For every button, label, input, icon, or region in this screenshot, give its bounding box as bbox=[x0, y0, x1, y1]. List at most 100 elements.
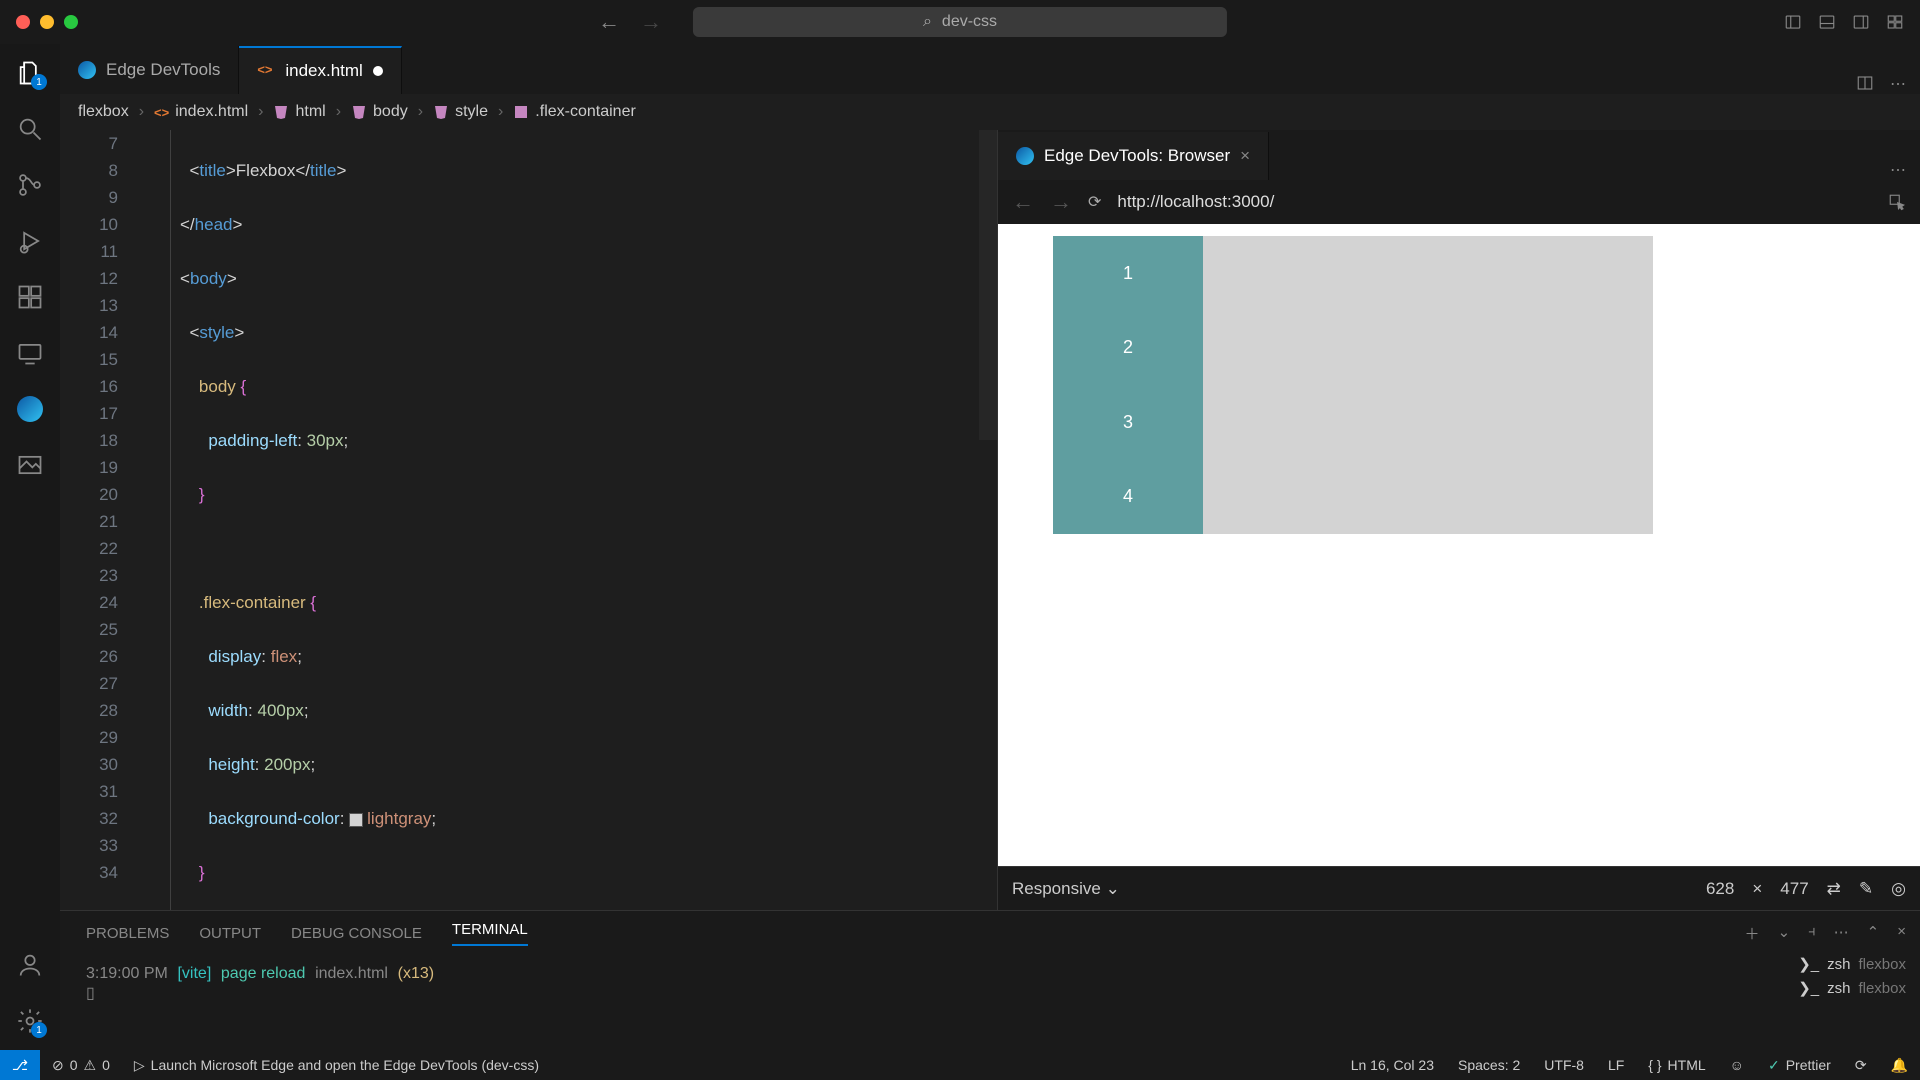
remote-indicator[interactable]: ⎇ bbox=[0, 1050, 40, 1080]
status-prettier[interactable]: ✓ Prettier bbox=[1756, 1057, 1843, 1074]
editor-area: Edge DevTools <> index.html ⋯ flexbox› <… bbox=[60, 44, 1920, 1050]
chevron-down-icon: ⌄ bbox=[1106, 879, 1120, 898]
split-terminal-icon[interactable]: ⫞ bbox=[1808, 923, 1816, 944]
code-editor[interactable]: 7891011121314151617181920212223242526272… bbox=[60, 130, 997, 910]
rotate-icon[interactable]: ⇄ bbox=[1827, 879, 1841, 899]
explorer-badge: 1 bbox=[31, 74, 47, 90]
status-sync[interactable]: ⟳ bbox=[1843, 1057, 1879, 1074]
explorer-icon[interactable]: 1 bbox=[15, 58, 45, 88]
forward-icon[interactable]: → bbox=[640, 9, 662, 35]
source-control-icon[interactable] bbox=[15, 170, 45, 200]
split-editor-icon[interactable] bbox=[1856, 74, 1874, 92]
terminal-output[interactable]: 3:19:00 PM [vite] page reload index.html… bbox=[60, 955, 1920, 1050]
forward-icon[interactable]: → bbox=[1050, 189, 1072, 215]
split-view: 7891011121314151617181920212223242526272… bbox=[60, 130, 1920, 910]
minimize-window[interactable] bbox=[40, 15, 54, 29]
remote-explorer-icon[interactable] bbox=[15, 338, 45, 368]
crumb-style: style bbox=[433, 103, 488, 121]
reload-icon[interactable]: ⟳ bbox=[1088, 192, 1101, 212]
crumb-body: body bbox=[351, 103, 408, 121]
bottom-panel: PROBLEMS OUTPUT DEBUG CONSOLE TERMINAL ＋… bbox=[60, 910, 1920, 1050]
terminal-instance[interactable]: ❯_zsh flexbox bbox=[1798, 979, 1906, 997]
gallery-icon[interactable] bbox=[15, 450, 45, 480]
status-feedback[interactable]: ☺ bbox=[1718, 1057, 1756, 1074]
minimap[interactable] bbox=[979, 130, 997, 440]
line-gutter: 7891011121314151617181920212223242526272… bbox=[60, 130, 132, 886]
back-icon[interactable]: ← bbox=[598, 9, 620, 35]
terminal-instance[interactable]: ❯_zsh flexbox bbox=[1798, 955, 1906, 973]
device-width[interactable]: 628 bbox=[1706, 879, 1734, 899]
panel-bottom-icon[interactable] bbox=[1818, 13, 1836, 31]
zoom-window[interactable] bbox=[64, 15, 78, 29]
browser-viewport[interactable]: 1 2 3 4 bbox=[998, 224, 1920, 866]
settings-gear-icon[interactable]: 1 bbox=[15, 1006, 45, 1036]
code-lines: <title>Flexbox</title> </head> <body> <s… bbox=[180, 130, 997, 910]
close-icon[interactable]: × bbox=[1897, 923, 1906, 944]
panel-right-icon[interactable] bbox=[1852, 13, 1870, 31]
wand-icon[interactable]: ✎ bbox=[1859, 879, 1873, 899]
tab-devtools-browser[interactable]: Edge DevTools: Browser × bbox=[998, 132, 1269, 180]
tab-edge-devtools[interactable]: Edge DevTools bbox=[60, 46, 239, 94]
debug-icon: ▷ bbox=[134, 1057, 145, 1074]
window-controls bbox=[16, 15, 78, 29]
terminal-icon: ❯_ bbox=[1798, 979, 1819, 997]
search-icon: ⌕ bbox=[923, 13, 932, 31]
device-mode[interactable]: Responsive ⌄ bbox=[1012, 879, 1120, 899]
status-encoding[interactable]: UTF-8 bbox=[1532, 1057, 1596, 1074]
chevron-down-icon[interactable]: ⌄ bbox=[1778, 923, 1791, 944]
new-terminal-icon[interactable]: ＋ bbox=[1745, 923, 1760, 944]
search-text: dev-css bbox=[942, 13, 997, 31]
more-icon[interactable]: ⋯ bbox=[1890, 160, 1906, 180]
breadcrumb[interactable]: flexbox› <>index.html› html› body› style… bbox=[60, 94, 1920, 130]
status-bar: ⎇ ⊘0 ⚠0 ▷Launch Microsoft Edge and open … bbox=[0, 1050, 1920, 1080]
inspect-icon[interactable] bbox=[1888, 193, 1906, 211]
settings-badge: 1 bbox=[31, 1022, 47, 1038]
status-errors[interactable]: ⊘0 ⚠0 bbox=[40, 1057, 122, 1074]
close-icon[interactable]: × bbox=[1752, 879, 1762, 899]
layout-grid-icon[interactable] bbox=[1886, 13, 1904, 31]
search-activity-icon[interactable] bbox=[15, 114, 45, 144]
flex-container-preview: 1 2 3 4 bbox=[1053, 236, 1653, 534]
tab-label: Edge DevTools: Browser bbox=[1044, 146, 1230, 166]
layout-controls bbox=[1784, 13, 1904, 31]
close-window[interactable] bbox=[16, 15, 30, 29]
tab-actions: ⋯ bbox=[1856, 74, 1920, 94]
flex-item: 2 bbox=[1053, 311, 1203, 386]
flex-item: 4 bbox=[1053, 460, 1203, 535]
panel-tabs: PROBLEMS OUTPUT DEBUG CONSOLE TERMINAL ＋… bbox=[60, 911, 1920, 955]
status-eol[interactable]: LF bbox=[1596, 1057, 1636, 1074]
url-field[interactable]: http://localhost:3000/ bbox=[1117, 192, 1274, 212]
status-bell[interactable]: 🔔 bbox=[1879, 1057, 1920, 1074]
command-center[interactable]: ⌕ dev-css bbox=[693, 7, 1227, 37]
edge-tools-icon[interactable] bbox=[15, 394, 45, 424]
warning-icon: ⚠ bbox=[84, 1057, 97, 1074]
edge-icon bbox=[78, 61, 96, 79]
titlebar: ← → ⌕ dev-css bbox=[0, 0, 1920, 44]
back-icon[interactable]: ← bbox=[1012, 189, 1034, 215]
panel-left-icon[interactable] bbox=[1784, 13, 1802, 31]
run-debug-icon[interactable] bbox=[15, 226, 45, 256]
tab-terminal[interactable]: TERMINAL bbox=[452, 921, 528, 946]
tab-problems[interactable]: PROBLEMS bbox=[86, 925, 169, 942]
more-icon[interactable]: ⋯ bbox=[1834, 923, 1849, 944]
target-icon[interactable]: ◎ bbox=[1891, 879, 1906, 899]
tab-debug-console[interactable]: DEBUG CONSOLE bbox=[291, 925, 422, 942]
more-icon[interactable]: ⋯ bbox=[1890, 74, 1906, 94]
extensions-icon[interactable] bbox=[15, 282, 45, 312]
html-file-icon: <> bbox=[257, 62, 275, 80]
device-height[interactable]: 477 bbox=[1780, 879, 1808, 899]
crumb-html: html bbox=[273, 103, 325, 121]
tab-output[interactable]: OUTPUT bbox=[199, 925, 261, 942]
tab-index-html[interactable]: <> index.html bbox=[239, 46, 401, 94]
tab-label: index.html bbox=[285, 61, 362, 81]
terminal-list: ❯_zsh flexbox ❯_zsh flexbox bbox=[1798, 955, 1906, 997]
status-lang[interactable]: { } HTML bbox=[1636, 1057, 1717, 1074]
crumb-file: <>index.html bbox=[154, 103, 248, 121]
html-file-icon: <> bbox=[154, 105, 169, 120]
status-cursor[interactable]: Ln 16, Col 23 bbox=[1339, 1057, 1446, 1074]
status-launch[interactable]: ▷Launch Microsoft Edge and open the Edge… bbox=[122, 1057, 551, 1074]
status-spaces[interactable]: Spaces: 2 bbox=[1446, 1057, 1532, 1074]
account-icon[interactable] bbox=[15, 950, 45, 980]
close-icon[interactable]: × bbox=[1240, 146, 1250, 166]
chevron-up-icon[interactable]: ⌃ bbox=[1867, 923, 1880, 944]
